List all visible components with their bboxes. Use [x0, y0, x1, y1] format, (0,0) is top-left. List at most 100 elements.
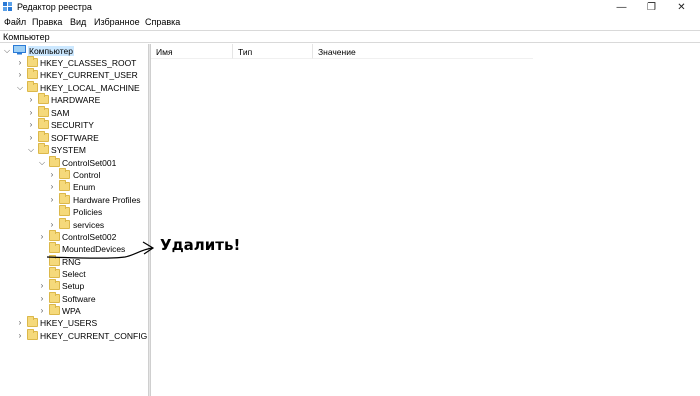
collapse-icon[interactable]: ⌵ [27, 145, 35, 155]
menu-file[interactable]: Файл [4, 17, 26, 27]
folder-icon [59, 168, 70, 179]
folder-icon [27, 68, 38, 79]
address-path[interactable]: Компьютер [3, 32, 50, 42]
tree-node-hardware[interactable]: › HARDWARE [0, 93, 148, 106]
tree-node-software-system[interactable]: › Software [0, 292, 148, 305]
tree-node-hkey-current-config[interactable]: › HKEY_CURRENT_CONFIG [0, 329, 148, 342]
expand-icon[interactable]: › [16, 58, 24, 68]
tree-node-wpa[interactable]: › WPA [0, 304, 148, 317]
computer-icon [13, 45, 26, 55]
column-header-label: Тип [238, 47, 253, 57]
tree-node-hkey-local-machine[interactable]: ⌵ HKEY_LOCAL_MACHINE [0, 81, 148, 94]
tree-node-setup[interactable]: › Setup [0, 279, 148, 292]
tree-node-control[interactable]: › Control [0, 168, 148, 181]
tree-label: HKEY_CURRENT_CONFIG [40, 331, 148, 341]
expand-icon[interactable]: › [27, 95, 35, 105]
expand-icon[interactable]: › [27, 108, 35, 118]
minimize-button[interactable]: — [608, 0, 635, 15]
tree-label: HARDWARE [51, 95, 101, 105]
window-title: Редактор реестра [17, 2, 92, 12]
tree-node-security[interactable]: › SECURITY [0, 118, 148, 131]
tree-label: SECURITY [51, 120, 94, 130]
folder-icon [59, 180, 70, 191]
folder-icon [27, 81, 38, 92]
tree-label: WPA [62, 306, 81, 316]
tree-node-hardware-profiles[interactable]: › Hardware Profiles [0, 193, 148, 206]
restore-button[interactable]: ❐ [638, 0, 665, 15]
close-button[interactable]: ✕ [668, 0, 695, 15]
tree-label: services [73, 220, 105, 230]
tree-label: Hardware Profiles [73, 195, 141, 205]
tree-label: HKEY_CLASSES_ROOT [40, 58, 137, 68]
tree-node-enum[interactable]: › Enum [0, 180, 148, 193]
folder-icon [38, 131, 49, 142]
column-header-name[interactable]: Имя [151, 44, 233, 59]
folder-icon [49, 279, 60, 290]
folder-icon [59, 193, 70, 204]
collapse-icon[interactable]: ⌵ [3, 46, 11, 56]
folder-icon [49, 304, 60, 315]
menu-favorites[interactable]: Избранное [94, 17, 140, 27]
folder-icon [59, 218, 70, 229]
folder-icon [27, 329, 38, 340]
tree-label: Setup [62, 281, 85, 291]
tree-node-services[interactable]: › services [0, 218, 148, 231]
tree-label: SYSTEM [51, 145, 86, 155]
tree-node-sam[interactable]: › SAM [0, 106, 148, 119]
tree-node-system[interactable]: ⌵ SYSTEM [0, 143, 148, 156]
tree-node-controlset001[interactable]: ⌵ ControlSet001 [0, 156, 148, 169]
tree-label: ControlSet001 [62, 158, 117, 168]
tree-label: SAM [51, 108, 70, 118]
tree-label: HKEY_CURRENT_USER [40, 70, 138, 80]
expand-icon[interactable]: › [38, 306, 46, 316]
menu-view[interactable]: Вид [70, 17, 86, 27]
expand-icon[interactable]: › [48, 220, 56, 230]
tree-pane[interactable]: ⌵ Компьютер › HKEY_CLASSES_ROOT › HKEY_C… [0, 44, 148, 396]
tree-label: Компьютер [28, 46, 74, 56]
column-header-label: Имя [156, 47, 173, 57]
tree-node-computer[interactable]: ⌵ Компьютер [0, 45, 148, 57]
folder-icon [27, 56, 38, 67]
expand-icon[interactable]: › [27, 120, 35, 130]
tree-label: HKEY_LOCAL_MACHINE [40, 83, 140, 93]
tree-node-hkey-classes-root[interactable]: › HKEY_CLASSES_ROOT [0, 56, 148, 69]
expand-icon[interactable]: › [48, 170, 56, 180]
expand-icon[interactable]: › [38, 294, 46, 304]
expand-icon[interactable]: › [48, 195, 56, 205]
tree-node-select[interactable]: Select [0, 267, 148, 280]
column-header-value[interactable]: Значение [313, 44, 533, 59]
folder-icon [38, 118, 49, 129]
folder-icon [27, 316, 38, 327]
column-header-label: Значение [318, 47, 356, 57]
annotation-arrow [46, 241, 155, 259]
expand-icon[interactable]: › [27, 133, 35, 143]
expand-icon[interactable]: › [48, 182, 56, 192]
tree-node-policies[interactable]: Policies [0, 205, 148, 218]
collapse-icon[interactable]: ⌵ [16, 83, 24, 93]
tree-label: Software [62, 294, 96, 304]
expand-icon[interactable]: › [38, 281, 46, 291]
tree-label: Policies [73, 207, 103, 217]
tree-node-software[interactable]: › SOFTWARE [0, 131, 148, 144]
expand-icon[interactable]: › [16, 70, 24, 80]
tree-label: HKEY_USERS [40, 318, 98, 328]
tree-node-hkey-users[interactable]: › HKEY_USERS [0, 316, 148, 329]
tree-label: SOFTWARE [51, 133, 99, 143]
folder-icon [38, 106, 49, 117]
folder-icon [38, 93, 49, 104]
folder-icon [59, 205, 70, 216]
tree-label: Enum [73, 182, 96, 192]
expand-icon[interactable]: › [16, 331, 24, 341]
address-bar[interactable]: Компьютер [0, 30, 700, 43]
menu-bar: Файл Правка Вид Избранное Справка [0, 16, 700, 29]
expand-icon[interactable]: › [16, 318, 24, 328]
tree-node-hkey-current-user[interactable]: › HKEY_CURRENT_USER [0, 68, 148, 81]
registry-editor-icon [3, 2, 12, 11]
title-bar: Редактор реестра — ❐ ✕ [0, 0, 700, 15]
collapse-icon[interactable]: ⌵ [38, 158, 46, 168]
menu-edit[interactable]: Правка [32, 17, 62, 27]
menu-help[interactable]: Справка [145, 17, 180, 27]
tree-label: Control [73, 170, 101, 180]
values-pane[interactable]: Имя Тип Значение [151, 44, 700, 396]
column-header-type[interactable]: Тип [233, 44, 313, 59]
